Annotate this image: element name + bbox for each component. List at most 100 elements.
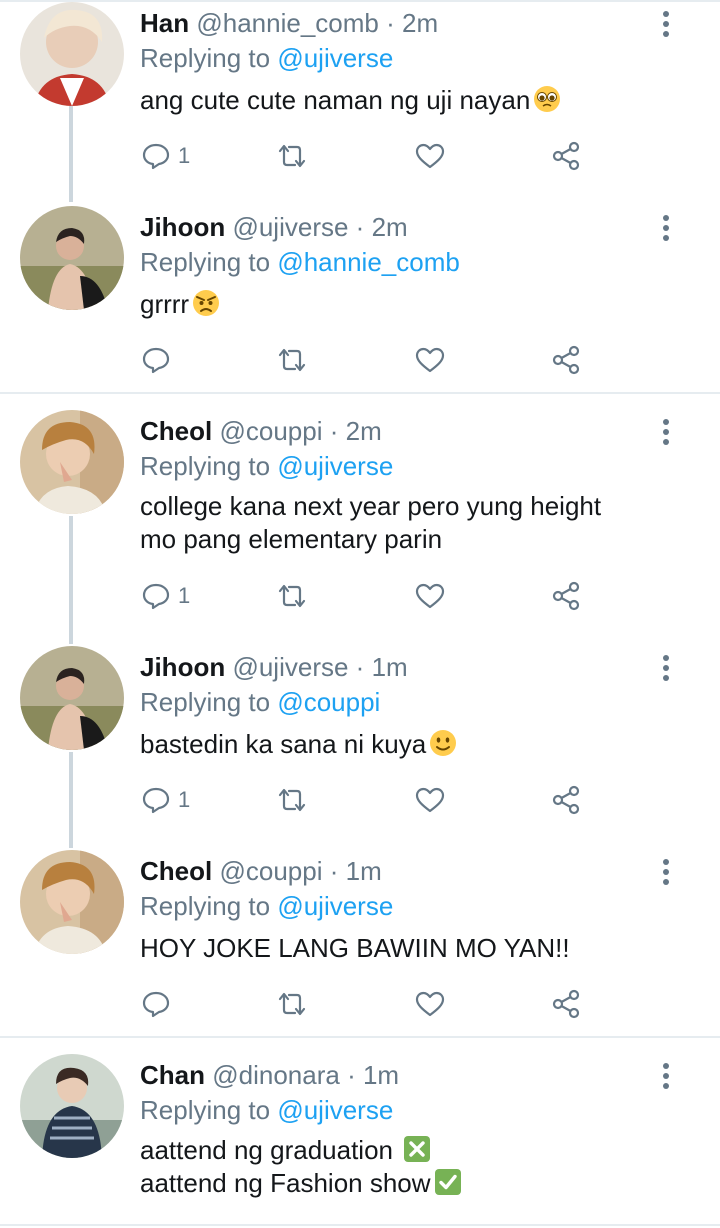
reply-button[interactable]: 1 (140, 578, 190, 614)
heart-icon (415, 787, 445, 813)
replying-to: Replying to @couppi (140, 686, 380, 718)
mention-link[interactable]: @couppi (277, 687, 380, 717)
tweet-text-line: aattend ng graduation (140, 1134, 463, 1167)
replying-to-label: Replying to (140, 451, 271, 481)
avatar[interactable] (20, 2, 124, 106)
share-icon (552, 581, 580, 611)
more-vertical-icon[interactable] (654, 858, 678, 886)
display-name[interactable]: Jihoon (140, 652, 225, 682)
retweet-button[interactable] (276, 782, 308, 818)
conversation-divider (0, 1036, 720, 1038)
like-button[interactable] (414, 342, 446, 378)
replying-to: Replying to @ujiverse (140, 42, 393, 74)
share-button[interactable] (550, 342, 582, 378)
thread-line (69, 516, 73, 644)
like-button[interactable] (414, 138, 446, 174)
more-vertical-icon[interactable] (654, 214, 678, 242)
tweet-actions (140, 986, 600, 1022)
share-button[interactable] (550, 782, 582, 818)
display-name[interactable]: Chan (140, 1060, 205, 1090)
tweet-actions (140, 342, 600, 378)
mention-link[interactable]: @ujiverse (277, 451, 393, 481)
avatar[interactable] (20, 410, 124, 514)
tweet-header: Chan @dinonara · 1m (140, 1059, 660, 1091)
retweet-icon (278, 144, 306, 168)
tweet-text: college kana next year pero yung height … (140, 490, 601, 556)
separator-dot: · (329, 856, 339, 886)
share-icon (552, 989, 580, 1019)
tweet-text: HOY JOKE LANG BAWIIN MO YAN!! (140, 932, 570, 965)
tweet-text: ang cute cute naman ng uji nayan (140, 84, 562, 117)
tweet-text-line: mo pang elementary parin (140, 524, 443, 554)
like-button[interactable] (414, 986, 446, 1022)
avatar[interactable] (20, 646, 124, 750)
thread-line (69, 752, 73, 848)
tweet-actions: 1 (140, 782, 600, 818)
replying-to-label: Replying to (140, 247, 271, 277)
user-handle[interactable]: @dinonara (212, 1060, 340, 1090)
user-handle[interactable]: @ujiverse (232, 212, 348, 242)
retweet-button[interactable] (276, 986, 308, 1022)
share-button[interactable] (550, 578, 582, 614)
like-button[interactable] (414, 578, 446, 614)
retweet-button[interactable] (276, 578, 308, 614)
user-handle[interactable]: @couppi (219, 416, 322, 446)
more-vertical-icon[interactable] (654, 1062, 678, 1090)
tweet-text-line: ang cute cute naman ng uji nayan (140, 84, 562, 117)
user-handle[interactable]: @couppi (219, 856, 322, 886)
like-button[interactable] (414, 782, 446, 818)
pleading-face-emoji (532, 84, 562, 114)
tweet-actions: 1 (140, 578, 600, 614)
mention-link[interactable]: @hannie_comb (277, 247, 460, 277)
display-name[interactable]: Jihoon (140, 212, 225, 242)
user-handle[interactable]: @ujiverse (232, 652, 348, 682)
reply-button[interactable]: 1 (140, 782, 190, 818)
timestamp[interactable]: 2m (346, 416, 382, 446)
display-name[interactable]: Han (140, 8, 189, 38)
more-vertical-icon[interactable] (654, 654, 678, 682)
conversation-divider (0, 392, 720, 394)
tweet-header: Cheol @couppi · 1m (140, 855, 660, 887)
share-button[interactable] (550, 986, 582, 1022)
reply-button[interactable] (140, 986, 178, 1022)
tweet-text-line: bastedin ka sana ni kuya (140, 728, 458, 761)
tweet-header: Jihoon @ujiverse · 1m (140, 651, 660, 683)
tweet-header: Cheol @couppi · 2m (140, 415, 660, 447)
display-name[interactable]: Cheol (140, 416, 212, 446)
mention-link[interactable]: @ujiverse (277, 1095, 393, 1125)
top-divider (0, 0, 720, 2)
reply-icon (142, 347, 170, 374)
more-vertical-icon[interactable] (654, 10, 678, 38)
avatar[interactable] (20, 206, 124, 310)
separator-dot: · (386, 8, 395, 38)
avatar[interactable] (20, 850, 124, 954)
retweet-icon (278, 584, 306, 608)
reply-icon (142, 143, 170, 170)
tweet-text: bastedin ka sana ni kuya (140, 728, 458, 761)
retweet-button[interactable] (276, 138, 308, 174)
retweet-icon (278, 788, 306, 812)
heart-icon (415, 143, 445, 169)
heart-icon (415, 583, 445, 609)
tweet-actions: 1 (140, 138, 600, 174)
reply-button[interactable]: 1 (140, 138, 190, 174)
tweet-text-line: college kana next year pero yung height (140, 491, 602, 521)
mention-link[interactable]: @ujiverse (277, 43, 393, 73)
timestamp[interactable]: 2m (402, 8, 438, 38)
replying-to-label: Replying to (140, 43, 271, 73)
more-vertical-icon[interactable] (654, 418, 678, 446)
replying-to: Replying to @ujiverse (140, 450, 393, 482)
timestamp[interactable]: 1m (372, 652, 408, 682)
avatar[interactable] (20, 1054, 124, 1158)
mention-link[interactable]: @ujiverse (277, 891, 393, 921)
share-button[interactable] (550, 138, 582, 174)
timestamp[interactable]: 1m (363, 1060, 399, 1090)
timestamp[interactable]: 2m (372, 212, 408, 242)
reply-button[interactable] (140, 342, 178, 378)
timestamp[interactable]: 1m (346, 856, 382, 886)
replying-to: Replying to @hannie_comb (140, 246, 460, 278)
bottom-divider (0, 1224, 720, 1226)
user-handle[interactable]: @hannie_comb (196, 8, 379, 38)
display-name[interactable]: Cheol (140, 856, 212, 886)
retweet-button[interactable] (276, 342, 308, 378)
